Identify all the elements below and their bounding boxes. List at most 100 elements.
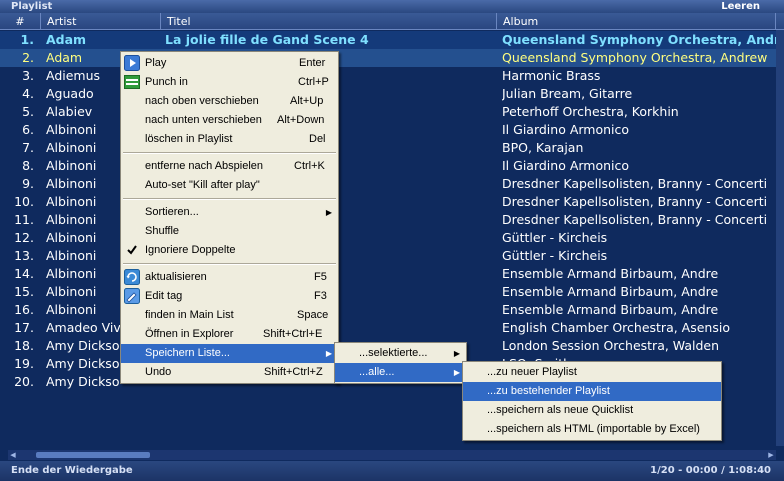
column-title[interactable]: Titel bbox=[161, 13, 497, 30]
track-number: 8. bbox=[22, 158, 34, 173]
track-album: Il Giardino Armonico bbox=[502, 158, 630, 173]
column-header: # Artist Titel Album bbox=[0, 13, 784, 30]
track-number: 11. bbox=[14, 212, 34, 227]
track-number: 17. bbox=[14, 320, 34, 335]
track-number: 7. bbox=[22, 140, 34, 155]
menu-item-remove-after-play[interactable]: entferne nach Abspielen Ctrl+K bbox=[121, 157, 338, 176]
menu-item-undo[interactable]: Undo Shift+Ctrl+Z bbox=[121, 363, 338, 382]
menu-item-delete[interactable]: löschen in Playlist Del bbox=[121, 130, 338, 149]
table-row[interactable]: 13.Albinonie und Orgel 2 AllegroGüttler … bbox=[0, 247, 776, 265]
track-album: Il Giardino Armonico bbox=[502, 122, 630, 137]
scroll-right-icon[interactable]: ▶ bbox=[766, 450, 776, 460]
menu-item-move-down[interactable]: nach unten verschieben Alt+Down bbox=[121, 111, 338, 130]
track-number: 9. bbox=[22, 176, 34, 191]
table-row[interactable]: 3. Adiemus Harmonic Brass bbox=[0, 67, 776, 85]
table-row[interactable]: 9.Albinonie stromenti I AllegroDresdner … bbox=[0, 175, 776, 193]
submenu-item-new-quicklist[interactable]: ...speichern als neue Quicklist bbox=[463, 401, 721, 420]
table-row[interactable]: 7. Albinoni BPO, Karajan bbox=[0, 139, 776, 157]
menu-item-sort[interactable]: Sortieren... ▶ bbox=[121, 203, 338, 222]
track-album: Ensemble Armand Birbaum, Andre bbox=[502, 302, 719, 317]
track-number: 13. bbox=[14, 248, 34, 263]
column-artist[interactable]: Artist bbox=[41, 13, 161, 30]
submenu-arrow-icon: ▶ bbox=[453, 349, 460, 358]
track-album: Queensland Symphony Orchestra, Andrew bbox=[502, 50, 768, 65]
save-submenu: ...selektierte... ▶ ...alle... ▶ bbox=[334, 342, 467, 384]
table-row[interactable]: 15.Albinonit. Mark 2 LentoEnsemble Arman… bbox=[0, 283, 776, 301]
track-album: Queensland Symphony Orchestra, Andrew bbox=[502, 32, 776, 47]
track-number: 20. bbox=[14, 374, 34, 389]
refresh-icon bbox=[124, 269, 140, 285]
menu-item-refresh[interactable]: aktualisieren F5 bbox=[121, 268, 338, 287]
column-album[interactable]: Album bbox=[497, 13, 776, 30]
table-row[interactable]: 8. Albinoni Il Giardino Armonico bbox=[0, 157, 776, 175]
menu-item-shuffle[interactable]: Shuffle bbox=[121, 222, 338, 241]
status-bar: Ende der Wiedergabe 1/20 - 00:00 / 1:08:… bbox=[0, 461, 784, 481]
playlist-titlebar: Playlist Leeren bbox=[0, 0, 784, 13]
track-number: 2. bbox=[22, 50, 34, 65]
table-row[interactable]: 11.Albinonie stromenti III Allegro ...Dr… bbox=[0, 211, 776, 229]
track-album: Dresdner Kapellsolisten, Branny - Concer… bbox=[502, 212, 768, 227]
track-album: Dresdner Kapellsolisten, Branny - Concer… bbox=[502, 176, 768, 191]
tag-icon bbox=[124, 288, 140, 304]
track-number: 5. bbox=[22, 104, 34, 119]
clear-button[interactable]: Leeren bbox=[721, 0, 760, 13]
checkmark-icon bbox=[124, 242, 140, 258]
table-row[interactable]: 14.Albinonit. Mark 1 AllegroEnsemble Arm… bbox=[0, 265, 776, 283]
menu-item-find-main[interactable]: finden in Main List Space bbox=[121, 306, 338, 325]
track-number: 1. bbox=[20, 32, 34, 47]
table-row[interactable]: 6. Albinoni Il Giardino Armonico bbox=[0, 121, 776, 139]
menu-separator bbox=[123, 263, 336, 265]
track-album: Güttler - Kircheis bbox=[502, 248, 608, 263]
menu-separator bbox=[123, 198, 336, 200]
menu-separator bbox=[123, 152, 336, 154]
table-row[interactable]: 2.Adam4Queensland Symphony Orchestra, An… bbox=[0, 49, 776, 67]
track-album: Güttler - Kircheis bbox=[502, 230, 608, 245]
menu-item-move-up[interactable]: nach oben verschieben Alt+Up bbox=[121, 92, 338, 111]
menu-item-edit-tag[interactable]: Edit tag F3 bbox=[121, 287, 338, 306]
track-number: 19. bbox=[14, 356, 34, 371]
track-number: 16. bbox=[14, 302, 34, 317]
scroll-left-icon[interactable]: ◀ bbox=[8, 450, 18, 460]
track-album: English Chamber Orchestra, Asensio bbox=[502, 320, 730, 335]
track-time: 1/20 - 00:00 / 1:08:40 bbox=[650, 465, 771, 476]
submenu-item-new-playlist[interactable]: ...zu neuer Playlist bbox=[463, 363, 721, 382]
track-album: London Session Orchestra, Walden bbox=[502, 338, 720, 353]
context-menu: Play Enter Punch in Ctrl+P nach oben ver… bbox=[120, 51, 339, 384]
submenu-item-selected[interactable]: ...selektierte... ▶ bbox=[335, 344, 466, 363]
table-row[interactable]: 4. Aguado Julian Bream, Gitarre bbox=[0, 85, 776, 103]
submenu-item-all[interactable]: ...alle... ▶ bbox=[335, 363, 466, 382]
horizontal-scrollbar[interactable]: ◀ ▶ bbox=[8, 450, 776, 460]
scroll-thumb[interactable] bbox=[36, 452, 150, 458]
track-number: 3. bbox=[22, 68, 34, 83]
table-row[interactable]: 16.Albinonit. Mark 3 AllegroEnsemble Arm… bbox=[0, 301, 776, 319]
table-row[interactable]: 1. Adam La jolie fille de Gand Scene 4 Quee… bbox=[0, 31, 776, 49]
track-number: 10. bbox=[14, 194, 34, 209]
table-row[interactable]: 10.Albinonie stromenti II GraveDresdner … bbox=[0, 193, 776, 211]
menu-item-ignore-duplicates[interactable]: Ignoriere Doppelte bbox=[121, 241, 338, 260]
track-album: BPO, Karajan bbox=[502, 140, 584, 155]
track-album: Dresdner Kapellsolisten, Branny - Concer… bbox=[502, 194, 768, 209]
track-number: 12. bbox=[14, 230, 34, 245]
submenu-arrow-icon: ▶ bbox=[325, 208, 332, 217]
submenu-arrow-icon: ▶ bbox=[325, 349, 332, 358]
track-album: Peterhoff Orchestra, Korkhin bbox=[502, 104, 679, 119]
column-num[interactable]: # bbox=[0, 13, 41, 30]
table-row[interactable]: 5.Alabieve 'Morning And Evening'Peterhof… bbox=[0, 103, 776, 121]
punch-in-icon bbox=[124, 74, 140, 90]
track-number: 6. bbox=[22, 122, 34, 137]
menu-item-save-list[interactable]: Speichern Liste... ▶ bbox=[121, 344, 338, 363]
submenu-arrow-icon: ▶ bbox=[453, 368, 460, 377]
menu-item-autoset-kill[interactable]: Auto-set "Kill after play" bbox=[121, 176, 338, 195]
submenu-item-existing-playlist[interactable]: ...zu bestehender Playlist bbox=[463, 382, 721, 401]
submenu-item-as-html[interactable]: ...speichern als HTML (importable by Exc… bbox=[463, 420, 721, 439]
track-number: 18. bbox=[14, 338, 34, 353]
menu-item-punch-in[interactable]: Punch in Ctrl+P bbox=[121, 73, 338, 92]
menu-item-play[interactable]: Play Enter bbox=[121, 54, 338, 73]
status-text: Ende der Wiedergabe bbox=[11, 465, 133, 476]
table-row[interactable]: 12.Albinonie und Orgel 1 AndanteGüttler … bbox=[0, 229, 776, 247]
vertical-scrollbar[interactable] bbox=[776, 30, 784, 446]
table-row[interactable]: 17.Amadeo VivgoEnglish Chamber Orchestra… bbox=[0, 319, 776, 337]
menu-item-open-explorer[interactable]: Öffnen in Explorer Shift+Ctrl+E bbox=[121, 325, 338, 344]
track-number: 14. bbox=[14, 266, 34, 281]
track-album: Ensemble Armand Birbaum, Andre bbox=[502, 266, 719, 281]
